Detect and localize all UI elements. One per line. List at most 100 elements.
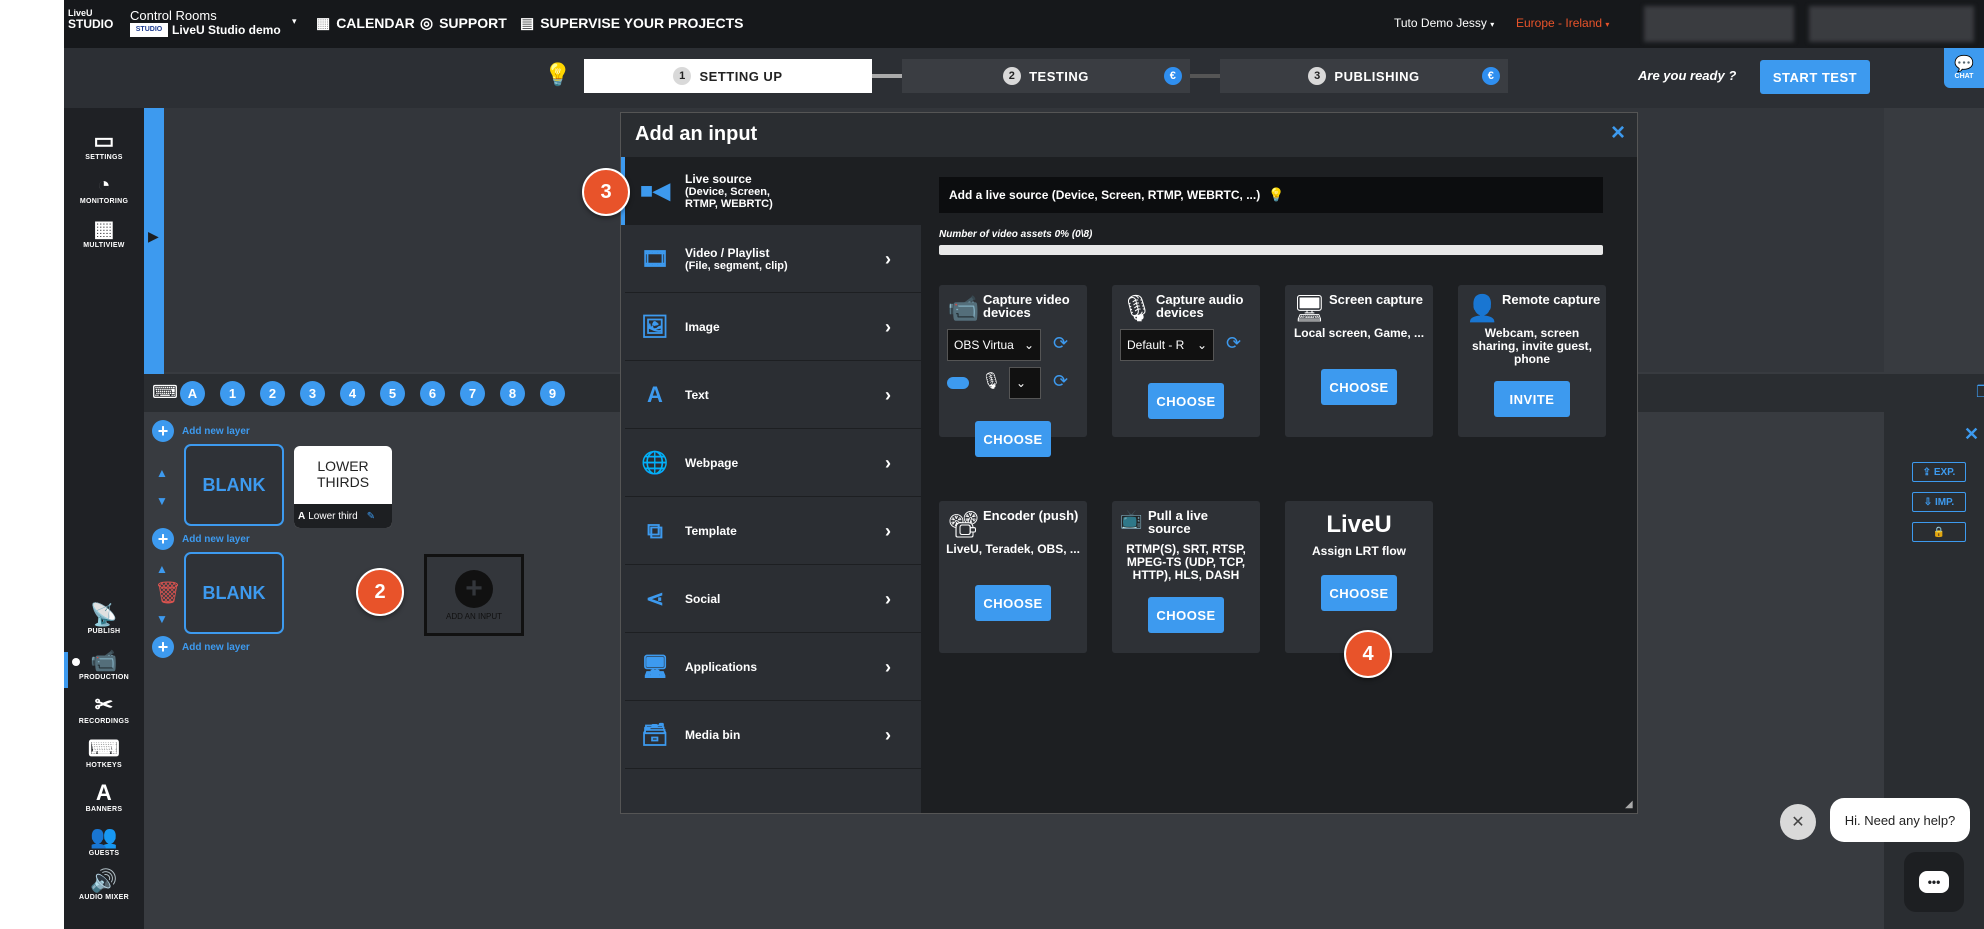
sidebar-item-image[interactable]: 🖼 Image › (625, 293, 921, 361)
import-button[interactable]: ⇩ IMP. (1912, 492, 1966, 512)
close-icon[interactable]: × (1611, 119, 1625, 147)
add-layer-button[interactable]: + Add new layer (152, 528, 250, 550)
rail-multiview[interactable]: ▦ MULTIVIEW (64, 216, 144, 249)
microphone-icon: 🎙 (981, 373, 1002, 390)
add-layer-button[interactable]: + Add new layer (152, 636, 250, 658)
nav-calendar[interactable]: ▦ CALENDAR (316, 14, 415, 32)
refresh-icon[interactable]: ⟳ (1053, 371, 1068, 392)
logo[interactable]: LiveU STUDIO (68, 8, 113, 38)
arrow-down-icon[interactable]: ▼ (156, 612, 168, 626)
keyboard-icon[interactable]: ⌨ (152, 382, 178, 403)
video-camera-icon: 📹 (90, 648, 118, 673)
add-layer-button[interactable]: + Add new layer (152, 420, 250, 442)
lower-thirds-caption: Lower third (308, 510, 358, 522)
lower-thirds-slot[interactable]: LOWER THIRDS A Lower third ✎ (294, 446, 392, 528)
layer-button-4[interactable]: 4 (340, 381, 365, 406)
blank-layer-slot[interactable]: BLANK (184, 444, 284, 526)
invite-button[interactable]: INVITE (1494, 381, 1570, 417)
room-name: LiveU Studio demo (172, 23, 281, 37)
rail-settings[interactable]: ▭ SETTINGS (64, 128, 144, 161)
sidebar-item-label: Media bin (685, 727, 741, 742)
sidebar-item-social[interactable]: ⋖ Social › (625, 565, 921, 633)
refresh-icon[interactable]: ⟳ (1226, 333, 1241, 354)
lightbulb-icon[interactable]: 💡 (1268, 187, 1284, 203)
globe-icon: 🌐 (641, 449, 669, 475)
resize-handle-icon[interactable]: ◢ (1625, 799, 1633, 810)
user-menu[interactable]: Tuto Demo Jessy ▾ (1394, 16, 1494, 30)
blank-layer-slot[interactable]: BLANK (184, 552, 284, 634)
refresh-icon[interactable]: ⟳ (1053, 333, 1068, 354)
arrow-down-icon[interactable]: ▼ (156, 494, 168, 508)
pencil-icon[interactable]: ✎ (367, 511, 375, 522)
rail-guests[interactable]: 👥 GUESTS (64, 824, 144, 857)
choose-button[interactable]: CHOOSE (975, 421, 1051, 457)
chat-button[interactable]: 💬 CHAT (1944, 48, 1984, 88)
start-test-button[interactable]: START TEST (1760, 60, 1870, 94)
add-input-slot[interactable]: + ADD AN INPUT (424, 554, 524, 636)
layer-button-a[interactable]: A (180, 381, 205, 406)
layer-button-7[interactable]: 7 (460, 381, 485, 406)
layer-button-9[interactable]: 9 (540, 381, 565, 406)
sidebar-item-live-source[interactable]: ■◀ Live source (Device, Screen, RTMP, WE… (625, 157, 921, 225)
sidebar-item-template[interactable]: ⧉ Template › (625, 497, 921, 565)
rail-banners[interactable]: A BANNERS (64, 780, 144, 813)
choose-button[interactable]: CHOOSE (1321, 369, 1397, 405)
chevron-down-icon[interactable]: ▾ (292, 16, 297, 27)
rail-monitoring[interactable]: ◔ MONITORING (64, 172, 144, 205)
chatbot-launcher[interactable]: ••• (1904, 852, 1964, 912)
rail-publish[interactable]: 📡 PUBLISH (64, 602, 144, 635)
step-testing[interactable]: 2 TESTING € (902, 59, 1190, 93)
sidebar-item-label: Webpage (685, 455, 739, 470)
chatbot-message[interactable]: Hi. Need any help? (1830, 798, 1970, 842)
chatbot-dismiss-button[interactable]: ✕ (1780, 804, 1816, 840)
choose-button[interactable]: CHOOSE (1148, 597, 1224, 633)
lock-button[interactable]: 🔒 (1912, 522, 1966, 542)
step-label: SETTING UP (699, 68, 783, 84)
card-desc: Local screen, Game, ... (1293, 326, 1425, 340)
layer-button-5[interactable]: 5 (380, 381, 405, 406)
lower-thirds-caption-bar: A Lower third ✎ (294, 504, 392, 528)
sidebar-item-webpage[interactable]: 🌐 Webpage › (625, 429, 921, 497)
image-icon: 🖼 (641, 313, 669, 339)
layer-button-3[interactable]: 3 (300, 381, 325, 406)
preview-collapse-strip[interactable]: ▶ (144, 108, 164, 374)
sidebar-item-video-playlist[interactable]: 🎞 Video / Playlist (File, segment, clip)… (625, 225, 921, 293)
video-device-select[interactable]: OBS Virtua ⌄ (947, 329, 1041, 361)
arrow-up-icon[interactable]: ▲ (156, 562, 168, 576)
export-button[interactable]: ⇪ EXP. (1912, 462, 1966, 482)
card-screen-capture: 🖥 Screen capture Local screen, Game, ...… (1285, 285, 1433, 437)
close-icon[interactable]: ✕ (1964, 424, 1979, 445)
layer-button-8[interactable]: 8 (500, 381, 525, 406)
arrow-up-icon[interactable]: ▲ (156, 466, 168, 480)
trash-icon[interactable]: 🗑 (154, 580, 182, 606)
top-bar: LiveU STUDIO Control Rooms STUDIO LiveU … (64, 0, 1984, 48)
heading-text: Add a live source (Device, Screen, RTMP,… (949, 188, 1261, 202)
nav-support[interactable]: ◎ SUPPORT (420, 14, 507, 32)
choose-button[interactable]: CHOOSE (1148, 383, 1224, 419)
duplicate-icon[interactable]: ❐ (1976, 382, 1984, 402)
rail-production[interactable]: 📹 PRODUCTION (64, 648, 144, 681)
choose-button[interactable]: CHOOSE (1321, 575, 1397, 611)
rail-recordings[interactable]: ✂ RECORDINGS (64, 692, 144, 725)
sidebar-item-media-bin[interactable]: 🗃 Media bin › (625, 701, 921, 769)
sidebar-item-applications[interactable]: 🖥 Applications › (625, 633, 921, 701)
audio-default-select[interactable]: Default - R ⌄ (1120, 329, 1214, 361)
rail-audio-mixer[interactable]: 🔊 AUDIO MIXER (64, 868, 144, 901)
lightbulb-icon[interactable]: 💡 (544, 62, 571, 88)
nav-supervise[interactable]: ▤ SUPERVISE YOUR PROJECTS (520, 14, 744, 32)
layer-button-2[interactable]: 2 (260, 381, 285, 406)
layer-button-1[interactable]: 1 (220, 381, 245, 406)
step-setting-up[interactable]: 1 SETTING UP (584, 59, 872, 93)
region-menu[interactable]: Europe - Ireland ▾ (1516, 16, 1609, 30)
rail-hotkeys[interactable]: ⌨ HOTKEYS (64, 736, 144, 769)
sidebar-item-text[interactable]: A Text › (625, 361, 921, 429)
layer-button-6[interactable]: 6 (420, 381, 445, 406)
rail-label: PRODUCTION (78, 674, 130, 681)
toggle-switch[interactable] (947, 377, 969, 389)
step-publishing[interactable]: 3 PUBLISHING € (1220, 59, 1508, 93)
audio-device-select[interactable]: ⌄ (1009, 367, 1041, 399)
guests-icon: 👥 (90, 824, 118, 849)
choose-button[interactable]: CHOOSE (975, 585, 1051, 621)
control-rooms-selector[interactable]: Control Rooms STUDIO LiveU Studio demo (130, 8, 300, 40)
chatbot-message-text: Hi. Need any help? (1844, 812, 1956, 828)
